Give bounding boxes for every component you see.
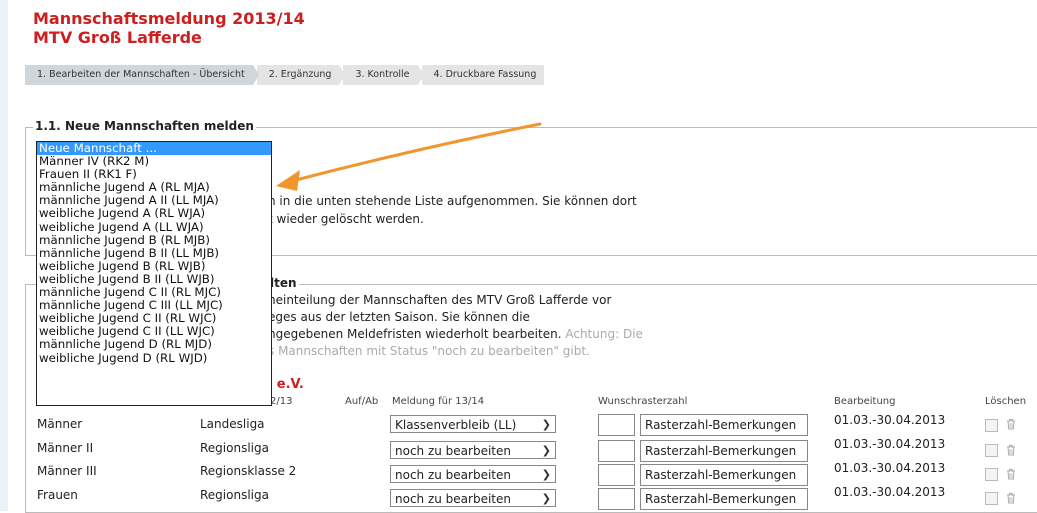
title-line-2: MTV Groß Lafferde [33, 28, 202, 47]
dropdown-option[interactable]: weibliche Jugend D (RL WJD) [37, 351, 271, 365]
row-team-name: Frauen [37, 488, 78, 502]
header-loeschen: Löschen [985, 396, 1027, 407]
dropdown-option[interactable]: weibliche Jugend A (RL WJA) [37, 207, 271, 220]
page-title: Mannschaftsmeldung 2013/14 MTV Groß Laff… [33, 9, 305, 47]
row-team-name: Männer [37, 417, 83, 431]
step-4-druckbare-fassung[interactable]: 4. Druckbare Fassung [421, 65, 545, 85]
delete-checkbox[interactable] [985, 419, 998, 432]
chevron-down-icon: ❯ [541, 468, 551, 481]
meldung-select[interactable]: Klassenverbleib (LL) ❯ [390, 415, 556, 433]
meldung-select-value: noch zu bearbeiten [395, 444, 511, 458]
dropdown-option[interactable]: männliche Jugend B (RL MJB) [37, 233, 271, 247]
meldung-select[interactable]: noch zu bearbeiten ❯ [390, 465, 556, 483]
section-existing-warning: Achtung: Die [565, 327, 643, 341]
section-existing-text-4: s Mannschaften mit Status "noch zu bearb… [268, 344, 590, 358]
rasterzahl-bemerkungen-input[interactable]: Rasterzahl-Bemerkungen [640, 464, 808, 486]
rasterzahl-input[interactable] [598, 488, 635, 510]
rasterzahl-bemerkungen-input[interactable]: Rasterzahl-Bemerkungen [640, 440, 808, 462]
row-period: 01.03.-30.04.2013 [834, 437, 946, 451]
chevron-down-icon: ❯ [541, 492, 551, 505]
left-margin-bar [0, 0, 8, 511]
row-team-name: Männer II [37, 441, 94, 455]
section-existing-text-2: eges aus der letzten Saison. Sie können … [268, 310, 530, 324]
row-league: Regionsklasse 2 [200, 464, 297, 478]
step-3-kontrolle[interactable]: 3. Kontrolle [343, 65, 424, 85]
meldung-select-value: Klassenverbleib (LL) [395, 418, 517, 432]
rasterzahl-input[interactable] [598, 464, 635, 486]
delete-checkbox[interactable] [985, 492, 998, 505]
meldung-select-value: noch zu bearbeiten [395, 492, 511, 506]
dropdown-option[interactable]: männliche Jugend B II (LL MJB) [37, 246, 271, 260]
section-existing-teams-legend: lten [268, 276, 299, 290]
dropdown-option[interactable]: weibliche Jugend A (LL WJA) [37, 220, 271, 234]
row-league: Regionsliga [200, 488, 269, 502]
row-team-name: Männer III [37, 464, 97, 478]
wizard-steps: 1. Bearbeiten der Mannschaften - Übersic… [25, 65, 548, 85]
delete-checkbox[interactable] [985, 468, 998, 481]
row-period: 01.03.-30.04.2013 [834, 413, 946, 427]
section-new-teams-legend: 1.1. Neue Mannschaften melden [33, 119, 256, 133]
header-wunschrasterzahl: Wunschrasterzahl [598, 396, 688, 407]
chevron-down-icon: ❯ [541, 444, 551, 457]
rasterzahl-input[interactable] [598, 440, 635, 462]
rasterzahl-bemerkungen-input[interactable]: Rasterzahl-Bemerkungen [640, 414, 808, 436]
rasterzahl-input[interactable] [598, 414, 635, 436]
dropdown-option[interactable]: männliche Jugend D (RL MJD) [37, 338, 271, 351]
section-existing-text-1: neinteilung der Mannschaften des MTV Gro… [268, 293, 612, 307]
row-period: 01.03.-30.04.2013 [834, 485, 946, 499]
step-2-ergaenzung[interactable]: 2. Ergänzung [256, 65, 346, 85]
section-existing-text-3-main: ngegebenen Meldefristen wiederholt bearb… [268, 327, 562, 341]
meldung-select-value: noch zu bearbeiten [395, 468, 511, 482]
section-new-teams-text-1: n in die unten stehende Liste aufgenomme… [268, 194, 637, 208]
trash-icon[interactable] [1004, 443, 1018, 457]
section-existing-text-3: ngegebenen Meldefristen wiederholt bearb… [268, 326, 643, 342]
chevron-down-icon: ❯ [541, 418, 551, 431]
trash-icon[interactable] [1004, 467, 1018, 481]
section-new-teams-text-2: t wieder gelöscht werden. [268, 212, 424, 226]
header-bearbeitung: Bearbeitung [834, 396, 896, 407]
new-team-dropdown-list[interactable]: Neue Mannschaft ... Männer IV (RK2 M) Frau… [36, 141, 272, 406]
step-1-overview[interactable]: 1. Bearbeiten der Mannschaften - Übersic… [25, 65, 259, 85]
title-line-1: Mannschaftsmeldung 2013/14 [33, 9, 305, 28]
header-season: 2/13 [270, 396, 293, 407]
trash-icon[interactable] [1004, 491, 1018, 505]
trash-icon[interactable] [1004, 417, 1018, 431]
dropdown-option[interactable]: weibliche Jugend B (RL WJB) [37, 259, 271, 273]
rasterzahl-bemerkungen-input[interactable]: Rasterzahl-Bemerkungen [640, 488, 808, 510]
delete-checkbox[interactable] [985, 444, 998, 457]
meldung-select[interactable]: noch zu bearbeiten ❯ [390, 441, 556, 459]
row-league: Landesliga [200, 417, 265, 431]
header-meldung: Meldung für 13/14 [392, 396, 485, 407]
row-league: Regionsliga [200, 441, 269, 455]
row-period: 01.03.-30.04.2013 [834, 461, 946, 475]
meldung-select[interactable]: noch zu bearbeiten ❯ [390, 489, 556, 507]
header-aufab: Auf/Ab [345, 396, 379, 407]
